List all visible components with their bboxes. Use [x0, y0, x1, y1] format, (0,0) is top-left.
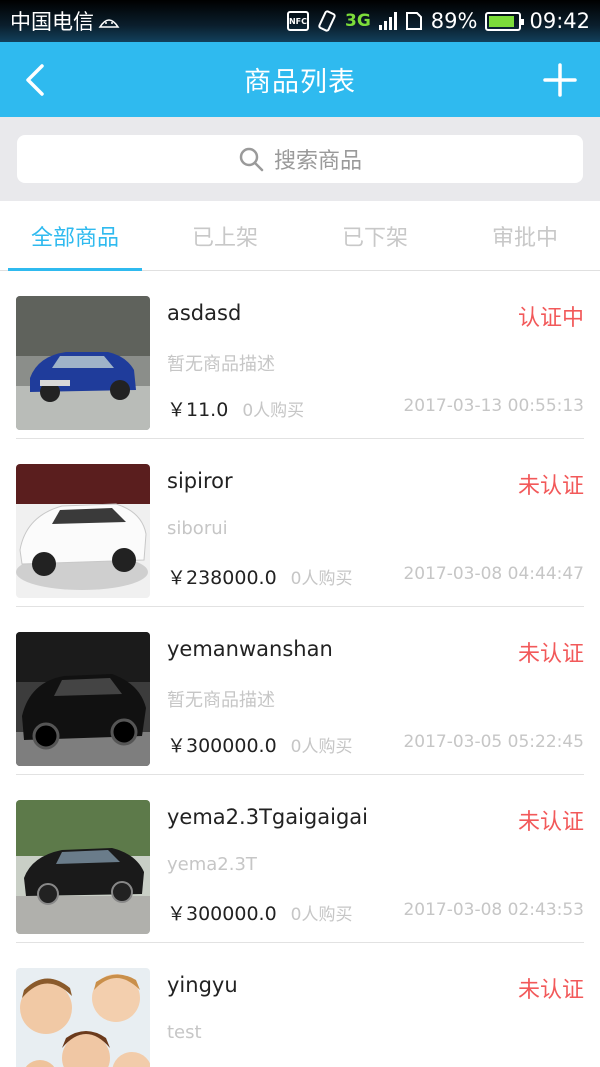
product-price-row: ￥11.0 0人购买: [167, 395, 304, 422]
buyer-count: 0人购买: [290, 569, 353, 589]
status-badge: 未认证: [517, 642, 584, 667]
search-placeholder: 搜索商品: [273, 149, 362, 174]
product-date: 2017-03-13 00:55:13: [403, 396, 584, 416]
tab-on-shelf[interactable]: 已上架: [150, 201, 300, 271]
product-price: ￥11.0: [167, 399, 229, 421]
title-bar: 商品列表: [0, 42, 600, 117]
product-name: yingyu: [167, 973, 238, 997]
nfc-icon: NFC: [286, 11, 309, 31]
product-name: asdasd: [167, 301, 242, 325]
tab-all-products[interactable]: 全部商品: [0, 201, 150, 271]
search-input[interactable]: 搜索商品: [17, 135, 583, 183]
tab-pending-approval[interactable]: 审批中: [450, 201, 600, 271]
product-description: siborui: [167, 518, 228, 539]
android-icon: [98, 19, 120, 28]
signal-icon: [378, 12, 397, 30]
product-description: 暂无商品描述: [167, 690, 275, 711]
status-badge: 未认证: [517, 810, 584, 835]
back-chevron-icon[interactable]: [20, 62, 52, 98]
product-description: yema2.3T: [167, 854, 257, 875]
status-bar: 中国电信 NFC 3G 89% 09:42: [0, 0, 600, 42]
buyer-count: 0人购买: [242, 401, 305, 421]
product-name: sipiror: [167, 469, 233, 493]
product-thumbnail: [16, 968, 150, 1067]
status-badge: 未认证: [517, 978, 584, 1003]
product-price: ￥300000.0: [167, 903, 277, 925]
plus-icon[interactable]: [542, 62, 578, 98]
battery-icon: [485, 11, 525, 31]
search-area: 搜索商品: [0, 117, 600, 201]
buyer-count: 0人购买: [290, 737, 353, 757]
product-price-row: ￥238000.0 0人购买: [167, 563, 353, 590]
product-date: 2017-03-08 02:43:53: [403, 900, 584, 920]
tab-bar: 全部商品 已上架 已下架 审批中: [0, 201, 600, 271]
battery-percent: 89%: [430, 9, 478, 33]
product-thumbnail: [16, 632, 150, 766]
product-thumbnail: [16, 296, 150, 430]
product-item[interactable]: yemanwanshan 未认证 暂无商品描述 ￥300000.0 0人购买 20…: [16, 607, 584, 775]
product-description: test: [167, 1022, 202, 1043]
status-badge: 认证中: [517, 306, 584, 331]
product-price: ￥238000.0: [167, 567, 277, 589]
network-type: 3G: [344, 11, 371, 31]
product-thumbnail: [16, 800, 150, 934]
product-item[interactable]: yingyu 未认证 test: [16, 943, 584, 1067]
clock: 09:42: [529, 9, 590, 33]
carrier-group: 中国电信: [10, 6, 120, 36]
product-description: 暂无商品描述: [167, 354, 275, 375]
product-list: asdasd 认证中 暂无商品描述 ￥11.0 0人购买 2017-03-13 0…: [0, 271, 600, 1067]
carrier-name: 中国电信: [10, 10, 94, 34]
page-title: 商品列表: [244, 67, 356, 98]
product-price-row: ￥300000.0 0人购买: [167, 731, 353, 758]
product-date: 2017-03-05 05:22:45: [403, 732, 584, 752]
product-price-row: ￥300000.0 0人购买: [167, 899, 353, 926]
product-name: yema2.3Tgaigaigai: [167, 805, 368, 829]
search-icon: [239, 147, 264, 172]
product-name: yemanwanshan: [167, 637, 333, 661]
product-thumbnail: [16, 464, 150, 598]
product-item[interactable]: sipiror 未认证 siborui ￥238000.0 0人购买 2017-0…: [16, 439, 584, 607]
product-price: ￥300000.0: [167, 735, 277, 757]
status-badge: 未认证: [517, 474, 584, 499]
vibrate-icon: [318, 10, 336, 32]
sim-icon: [405, 12, 422, 30]
product-item[interactable]: yema2.3Tgaigaigai 未认证 yema2.3T ￥300000.0…: [16, 775, 584, 943]
buyer-count: 0人购买: [290, 905, 353, 925]
product-date: 2017-03-08 04:44:47: [403, 564, 584, 584]
tab-off-shelf[interactable]: 已下架: [300, 201, 450, 271]
product-item[interactable]: asdasd 认证中 暂无商品描述 ￥11.0 0人购买 2017-03-13 0…: [16, 271, 584, 439]
